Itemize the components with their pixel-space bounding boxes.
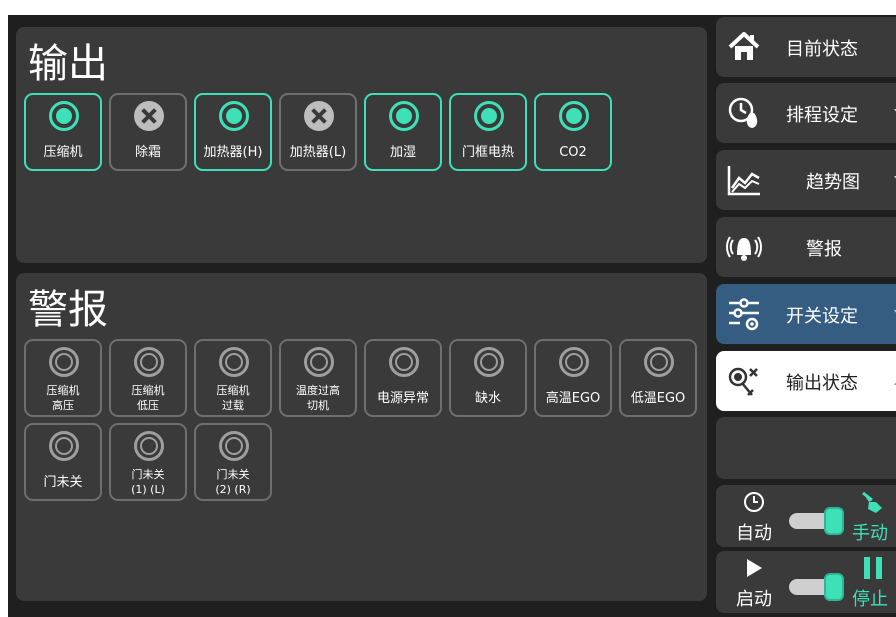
mode-switch-knob[interactable] — [824, 507, 844, 535]
alarm-tile-door-open-2r[interactable]: 门未关 (2) (R) — [194, 423, 272, 501]
sidebar-item-label: 目前状态 — [786, 39, 858, 60]
output-label: 加热器(L) — [289, 145, 347, 160]
alarm-tile-overtemp[interactable]: 温度过高 切机 — [279, 339, 357, 417]
alarm-indicator-icon — [49, 347, 79, 377]
output-tile-humidify[interactable]: 加湿 — [364, 93, 442, 171]
sidebar-item-label: 开关设定 — [786, 306, 858, 327]
output-title: 输出 — [28, 41, 108, 87]
alarm-panel: 警报 压缩机 高压 压缩机 低压 压缩机 过载 温度过高 切机 电源异常 缺水 高温EG… — [16, 273, 707, 601]
alarm-indicator-icon — [474, 347, 504, 377]
indicator-on-icon — [49, 101, 79, 131]
alarm-indicator-icon — [219, 431, 249, 461]
alarm-indicator-icon — [304, 347, 334, 377]
mode-switch[interactable]: 自动 手动 — [716, 485, 896, 547]
clock-icon — [744, 492, 764, 512]
indicator-on-icon — [389, 101, 419, 131]
output-tile-compressor[interactable]: 压缩机 — [24, 93, 102, 171]
alarm-label: 温度过高 切机 — [296, 384, 340, 412]
mode-manual-label: 手动 — [852, 523, 888, 544]
alarm-label: 电源异常 — [376, 391, 429, 406]
alarm-label: 缺水 — [474, 391, 501, 406]
alarm-indicator-icon — [219, 347, 249, 377]
alarm-tile-door-open[interactable]: 门未关 — [24, 423, 102, 501]
sidebar-item-switch-settings[interactable]: 开关设定 — [716, 284, 896, 344]
sidebar-item-schedule[interactable]: 排程设定 — [716, 83, 896, 143]
run-start-label: 启动 — [736, 589, 772, 610]
trend-chart-icon — [727, 166, 760, 196]
alarm-label: 高温EGO — [545, 391, 601, 406]
switch-settings-icon — [729, 298, 759, 331]
sidebar-item-label: 排程设定 — [786, 105, 858, 126]
alarm-label: 压缩机 高压 — [46, 384, 80, 412]
alarm-tile-power[interactable]: 电源异常 — [364, 339, 442, 417]
alarm-bell-icon — [726, 236, 762, 261]
output-label: CO2 — [559, 145, 587, 160]
indicator-on-icon — [559, 101, 589, 131]
alarm-label: 压缩机 过载 — [216, 384, 250, 412]
play-icon — [747, 559, 762, 577]
output-panel: 输出 压缩机 除霜 加热器(H) 加热器(L) 加湿 门框电热 CO2 — [16, 27, 707, 263]
output-tile-heater-l[interactable]: 加热器(L) — [279, 93, 357, 171]
output-status-icon — [728, 367, 758, 396]
alarm-label: 门未关 — [43, 475, 83, 490]
alarm-indicator-icon — [49, 431, 79, 461]
sidebar-item-trend[interactable]: 趋势图 — [716, 150, 896, 210]
indicator-on-icon — [474, 101, 504, 131]
alarm-title: 警报 — [28, 287, 108, 333]
alarm-tile-comp-low[interactable]: 压缩机 低压 — [109, 339, 187, 417]
alarm-label: 门未关 (2) (R) — [215, 468, 251, 496]
alarm-indicator-icon — [134, 431, 164, 461]
alarm-indicator-icon — [389, 347, 419, 377]
output-label: 压缩机 — [43, 145, 83, 160]
output-tile-defrost[interactable]: 除霜 — [109, 93, 187, 171]
indicator-on-icon — [219, 101, 249, 131]
alarm-tile-door-open-1l[interactable]: 门未关 (1) (L) — [109, 423, 187, 501]
output-tile-heater-h[interactable]: 加热器(H) — [194, 93, 272, 171]
sidebar-item-label: 趋势图 — [806, 172, 860, 193]
app-window: 输出 压缩机 除霜 加热器(H) 加热器(L) 加湿 门框电热 CO2 警报 压… — [8, 15, 896, 617]
pause-icon — [864, 557, 882, 579]
alarm-indicator-icon — [644, 347, 674, 377]
output-label: 除霜 — [134, 145, 161, 160]
run-switch-knob[interactable] — [824, 573, 844, 601]
sidebar-item-alarm[interactable]: 警报 — [716, 217, 896, 277]
output-label: 门框电热 — [461, 145, 514, 160]
run-stop-label: 停止 — [852, 589, 888, 610]
output-label: 加热器(H) — [203, 145, 263, 160]
indicator-off-icon — [134, 101, 164, 131]
alarm-indicator-icon — [559, 347, 589, 377]
schedule-icon — [728, 97, 758, 128]
sidebar-item-output-status[interactable]: 输出状态 — [716, 351, 896, 411]
alarm-label: 低温EGO — [630, 391, 686, 406]
sidebar-item-label: 警报 — [806, 239, 842, 260]
output-tile-co2[interactable]: CO2 — [534, 93, 612, 171]
alarm-tile-high-ego[interactable]: 高温EGO — [534, 339, 612, 417]
alarm-label: 压缩机 低压 — [131, 384, 165, 412]
run-switch[interactable]: 启动 停止 — [716, 551, 896, 613]
indicator-off-icon — [304, 101, 334, 131]
alarm-tile-comp-overload[interactable]: 压缩机 过载 — [194, 339, 272, 417]
alarm-indicator-icon — [134, 347, 164, 377]
mode-auto-label: 自动 — [736, 523, 772, 544]
alarm-tile-water[interactable]: 缺水 — [449, 339, 527, 417]
output-label: 加湿 — [389, 145, 416, 160]
sidebar-item-current-status[interactable]: 目前状态 — [716, 17, 896, 77]
sidebar-item-label: 输出状态 — [786, 373, 858, 394]
alarm-tile-low-ego[interactable]: 低温EGO — [619, 339, 697, 417]
alarm-label: 门未关 (1) (L) — [131, 468, 165, 496]
home-icon — [728, 32, 760, 60]
alarm-tile-comp-high[interactable]: 压缩机 高压 — [24, 339, 102, 417]
output-tile-door-heater[interactable]: 门框电热 — [449, 93, 527, 171]
sidebar-blank-slot — [716, 417, 896, 479]
hand-pointer-icon — [862, 491, 882, 513]
